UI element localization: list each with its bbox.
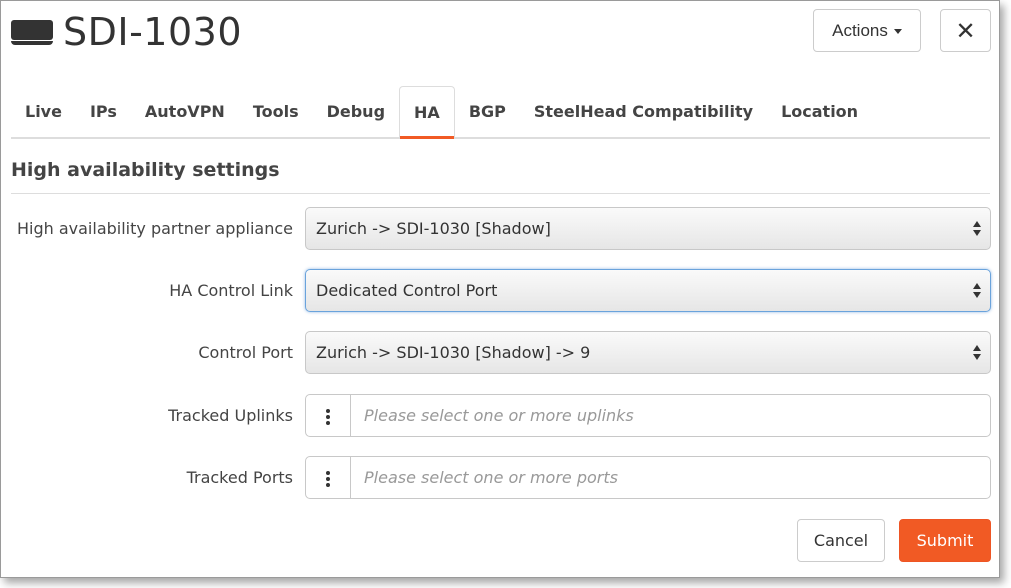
submit-button[interactable]: Submit: [899, 519, 991, 562]
actions-label: Actions: [832, 20, 888, 40]
tracked-ports-input[interactable]: [350, 456, 991, 499]
control-port-selected-value: Zurich -> SDI-1030 [Shadow] -> 9: [316, 343, 591, 362]
tracked-ports-label: Tracked Ports: [186, 468, 293, 487]
close-button[interactable]: ✕: [940, 9, 991, 52]
partner-selected-value: Zurich -> SDI-1030 [Shadow]: [316, 219, 551, 238]
tracked-uplinks-row: Tracked Uplinks: [11, 394, 991, 437]
tracked-uplinks-label: Tracked Uplinks: [168, 406, 293, 425]
cancel-button[interactable]: Cancel: [797, 519, 885, 562]
control-port-select[interactable]: Zurich -> SDI-1030 [Shadow] -> 9: [305, 331, 991, 374]
dialog-header: SDI-1030: [11, 9, 242, 55]
ha-settings-dialog: SDI-1030 Actions ✕ Live IPs AutoVPN Tool…: [0, 0, 1000, 578]
tab-tools[interactable]: Tools: [239, 86, 313, 137]
section-divider: [11, 193, 990, 194]
select-arrows-icon: [973, 221, 981, 237]
tab-steelhead-compatibility[interactable]: SteelHead Compatibility: [520, 86, 767, 137]
actions-dropdown-button[interactable]: Actions: [813, 9, 921, 52]
select-arrows-icon: [973, 283, 981, 299]
control-link-label: HA Control Link: [169, 281, 293, 300]
tab-location[interactable]: Location: [767, 86, 872, 137]
tracked-ports-row: Tracked Ports: [11, 456, 991, 499]
close-icon: ✕: [955, 16, 976, 45]
partner-select[interactable]: Zurich -> SDI-1030 [Shadow]: [305, 207, 991, 250]
page-title: SDI-1030: [63, 10, 243, 54]
tracked-uplinks-menu-button[interactable]: [305, 394, 351, 437]
tracked-uplinks-input[interactable]: [350, 394, 991, 437]
control-port-row: Control Port Zurich -> SDI-1030 [Shadow]…: [11, 331, 991, 374]
partner-label: High availability partner appliance: [16, 219, 293, 238]
tab-bgp[interactable]: BGP: [455, 86, 520, 137]
select-arrows-icon: [973, 345, 981, 361]
vertical-ellipsis-icon: [326, 409, 330, 425]
partner-row: High availability partner appliance Zuri…: [11, 207, 991, 250]
tab-autovpn[interactable]: AutoVPN: [131, 86, 239, 137]
control-link-row: HA Control Link Dedicated Control Port: [11, 269, 991, 312]
control-link-selected-value: Dedicated Control Port: [316, 281, 498, 300]
vertical-ellipsis-icon: [326, 471, 330, 487]
tab-ips[interactable]: IPs: [76, 86, 131, 137]
tab-debug[interactable]: Debug: [313, 86, 399, 137]
tab-live[interactable]: Live: [11, 86, 76, 137]
tracked-ports-menu-button[interactable]: [305, 456, 351, 499]
control-port-label: Control Port: [198, 343, 293, 362]
caret-down-icon: [893, 29, 902, 34]
tab-ha[interactable]: HA: [399, 86, 455, 139]
appliance-icon: [11, 18, 53, 46]
section-title: High availability settings: [11, 159, 280, 181]
tab-bar: Live IPs AutoVPN Tools Debug HA BGP Stee…: [11, 86, 990, 139]
control-link-select[interactable]: Dedicated Control Port: [305, 269, 991, 312]
